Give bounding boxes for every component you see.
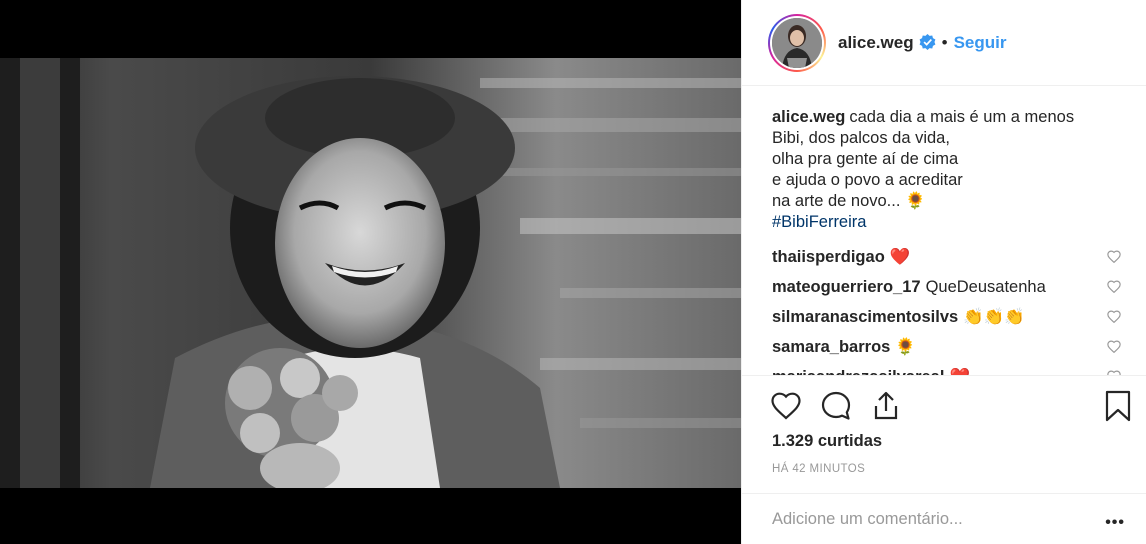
comment-username[interactable]: mateoguerriero_17	[772, 278, 921, 297]
caption-line-4: e ajuda o povo a acreditar	[772, 171, 963, 189]
sunflower-emoji: 🌻	[905, 192, 926, 210]
list-item: thaiisperdigao ❤️	[772, 242, 1121, 272]
heart-icon[interactable]	[770, 390, 802, 422]
comment-username[interactable]: mariaandrezasilvareal	[772, 368, 944, 376]
comment-text: QueDeusatenha	[925, 277, 1046, 296]
caption-line-5: na arte de novo...	[772, 192, 901, 210]
post-timestamp[interactable]: HÁ 42 MINUTOS	[772, 463, 865, 475]
comment-bubble-icon[interactable]	[820, 390, 852, 422]
heart-icon[interactable]	[1107, 280, 1121, 293]
comment-username[interactable]: thaiisperdigao	[772, 248, 885, 267]
follow-button[interactable]: Seguir	[954, 33, 1007, 53]
bookmark-icon[interactable]	[1102, 390, 1134, 422]
heart-icon[interactable]	[1107, 310, 1121, 323]
caption-line-1: cada dia a mais é um a menos	[849, 108, 1075, 126]
list-item: mateoguerriero_17 QueDeusatenha	[772, 272, 1121, 302]
post-media	[0, 0, 741, 544]
list-item: silmaranascimentosilvs 👏👏👏	[772, 302, 1121, 332]
separator-dot: •	[941, 32, 948, 52]
list-item: mariaandrezasilvareal ❤️	[772, 362, 1121, 376]
caption: alice.weg cada dia a mais é um a menos Bi…	[772, 107, 1117, 233]
comment-text: 🌻	[895, 337, 916, 356]
likes-count[interactable]: 1.329 curtidas	[772, 432, 882, 451]
list-item: samara_barros 🌻	[772, 332, 1121, 362]
comment-username[interactable]: samara_barros	[772, 338, 890, 357]
avatar-image	[772, 17, 822, 68]
verified-badge-icon	[919, 34, 936, 50]
avatar[interactable]	[768, 13, 826, 72]
caption-line-2: Bibi, dos palcos da vida,	[772, 129, 950, 147]
caption-line-3: olha pra gente aí de cima	[772, 150, 959, 168]
comment-text: 👏👏👏	[963, 307, 1025, 326]
share-icon[interactable]	[870, 390, 902, 422]
username-link[interactable]: alice.weg	[838, 33, 914, 53]
comment-thread: thaiisperdigao ❤️ mateoguerriero_17 QueD…	[772, 242, 1121, 376]
comment-username[interactable]: silmaranascimentosilvs	[772, 308, 958, 327]
heart-icon[interactable]	[1107, 340, 1121, 353]
hashtag-link[interactable]: #BibiFerreira	[772, 213, 866, 231]
caption-username[interactable]: alice.weg	[772, 108, 845, 126]
post-header: alice.weg • Seguir	[742, 0, 1146, 86]
post-photo[interactable]	[0, 58, 741, 488]
comment-text: ❤️	[889, 247, 911, 266]
comments-list[interactable]: alice.weg cada dia a mais é um a menos Bi…	[742, 87, 1146, 375]
comments-scrollbar[interactable]	[1138, 87, 1146, 375]
photo-image	[0, 58, 741, 488]
comment-text: ❤️	[949, 368, 970, 376]
more-options-icon[interactable]: •••	[1105, 514, 1125, 532]
comment-input[interactable]	[772, 509, 1072, 529]
add-comment-bar: •••	[742, 493, 1146, 544]
post-sidebar: alice.weg • Seguir alice.weg cada dia a m…	[741, 0, 1146, 544]
action-bar: 1.329 curtidas HÁ 42 MINUTOS	[742, 375, 1146, 485]
heart-icon[interactable]	[1107, 250, 1121, 263]
